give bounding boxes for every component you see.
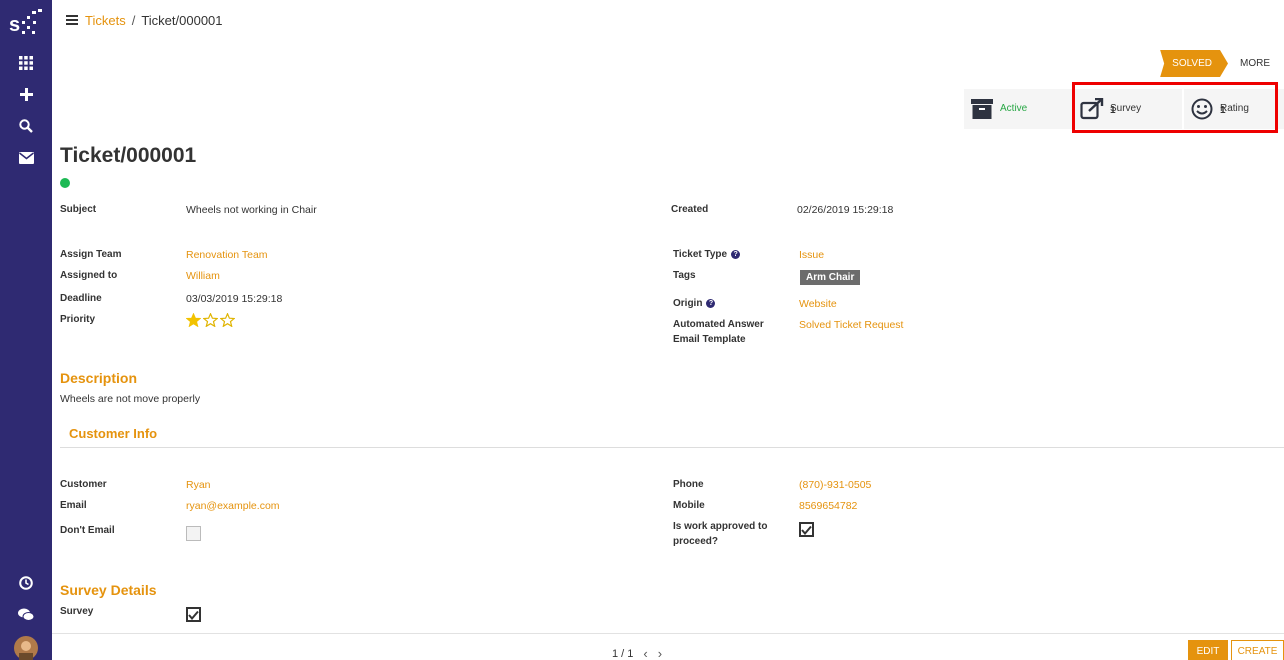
breadcrumb-separator: / [131, 13, 136, 28]
breadcrumb: Tickets / Ticket/000001 [85, 13, 223, 28]
header: Tickets / Ticket/000001 [52, 0, 1284, 42]
subject-label: Subject [60, 204, 97, 215]
tag-badge[interactable]: Arm Chair [800, 270, 861, 285]
dont-email-checkbox[interactable] [186, 526, 201, 541]
breadcrumb-tickets-link[interactable]: Tickets [85, 13, 126, 28]
approved-checkbox[interactable] [799, 522, 814, 537]
created-label: Created [671, 204, 709, 215]
archive-icon [970, 97, 994, 121]
active-label: Active [1000, 103, 1028, 114]
approved-label-line2: proceed? [673, 536, 719, 547]
customer-info-heading: Customer Info [69, 426, 158, 441]
avatar[interactable] [0, 636, 52, 660]
checkmark-icon [188, 610, 199, 620]
plus-icon[interactable] [0, 85, 52, 103]
page-title: Ticket/000001 [60, 144, 197, 167]
mobile-link[interactable]: 8569654782 [799, 499, 857, 514]
bottom-divider [52, 633, 1284, 634]
template-label-line2: Email Template [673, 334, 746, 345]
ticket-type-label: Ticket Type? [673, 247, 741, 262]
apps-grid-icon[interactable] [0, 54, 52, 72]
pager-value[interactable]: 1 / 1 [612, 648, 633, 660]
rating-smart-button[interactable]: 1 Rating [1184, 89, 1284, 129]
approved-label: Is work approved to proceed? [673, 519, 767, 549]
survey-field-label: Survey [60, 606, 94, 617]
dont-email-label: Don't Email [60, 525, 115, 536]
survey-checkbox[interactable] [186, 607, 201, 622]
stage-more-button[interactable]: MORE [1228, 50, 1276, 77]
survey-smart-button[interactable]: 1 Survey [1074, 89, 1182, 129]
phone-link[interactable]: (870)-931-0505 [799, 478, 871, 493]
checkmark-icon [801, 525, 812, 535]
subject-value[interactable]: Wheels not working in Chair [186, 203, 317, 218]
template-link[interactable]: Solved Ticket Request [799, 318, 903, 333]
pager-previous-icon[interactable]: ‹ [643, 646, 647, 660]
menu-toggle-icon[interactable] [66, 15, 78, 25]
origin-label: Origin? [673, 296, 716, 311]
mobile-label: Mobile [673, 500, 705, 511]
created-value: 02/26/2019 15:29:18 [797, 204, 894, 216]
stage-bar: SOLVED MORE [1160, 50, 1276, 77]
section-divider [60, 447, 1284, 448]
priority-star-icon[interactable] [186, 313, 201, 327]
email-link[interactable]: ryan@example.com [186, 499, 280, 514]
priority-stars [186, 313, 237, 327]
description-heading: Description [60, 370, 138, 386]
deadline-label: Deadline [60, 293, 102, 304]
search-icon[interactable] [0, 117, 52, 135]
ticket-type-label-text: Ticket Type [673, 249, 728, 260]
survey-details-heading: Survey Details [60, 582, 157, 598]
approved-label-line1: Is work approved to [673, 521, 768, 532]
priority-star-icon[interactable] [220, 313, 235, 327]
sidebar: s [0, 0, 52, 660]
assign-team-link[interactable]: Renovation Team [186, 248, 268, 263]
clock-icon[interactable] [0, 574, 52, 592]
active-toggle-button[interactable]: Active [964, 89, 1072, 129]
rating-count: 1 [1220, 105, 1226, 116]
assigned-to-label: Assigned to [60, 270, 118, 281]
tags-label: Tags [673, 270, 696, 281]
external-link-icon [1080, 97, 1104, 121]
pager-next-icon[interactable]: › [658, 646, 662, 660]
assigned-to-link[interactable]: William [186, 269, 220, 284]
create-button[interactable]: CREATE [1231, 640, 1284, 660]
survey-count: 1 [1110, 105, 1116, 116]
customer-label: Customer [60, 479, 107, 490]
smart-buttons: Active 1 Survey 1 Rating [964, 89, 1284, 129]
chat-icon[interactable] [0, 606, 52, 624]
pager: 1 / 1 ‹ › [612, 646, 662, 660]
priority-star-icon[interactable] [203, 313, 218, 327]
mail-icon[interactable] [0, 149, 52, 167]
deadline-value[interactable]: 03/03/2019 15:29:18 [186, 292, 282, 307]
help-icon[interactable]: ? [706, 299, 716, 308]
phone-label: Phone [673, 479, 704, 490]
customer-link[interactable]: Ryan [186, 478, 211, 493]
breadcrumb-current: Ticket/000001 [141, 13, 223, 28]
template-label-line1: Automated Answer [673, 319, 764, 330]
template-label: Automated Answer Email Template [673, 317, 764, 347]
stage-solved[interactable]: SOLVED [1160, 50, 1228, 77]
ticket-type-link[interactable]: Issue [799, 248, 824, 263]
edit-button[interactable]: EDIT [1188, 640, 1228, 660]
smile-icon [1190, 97, 1214, 121]
logo-icon[interactable]: s [0, 6, 52, 40]
email-label: Email [60, 500, 87, 511]
assign-team-label: Assign Team [60, 249, 122, 260]
origin-link[interactable]: Website [799, 297, 837, 312]
priority-label: Priority [60, 314, 96, 325]
svg-text:s: s [9, 14, 20, 36]
origin-label-text: Origin [673, 298, 703, 309]
help-icon[interactable]: ? [731, 250, 741, 259]
status-dot[interactable] [60, 178, 70, 188]
description-text[interactable]: Wheels are not move properly [60, 392, 200, 407]
